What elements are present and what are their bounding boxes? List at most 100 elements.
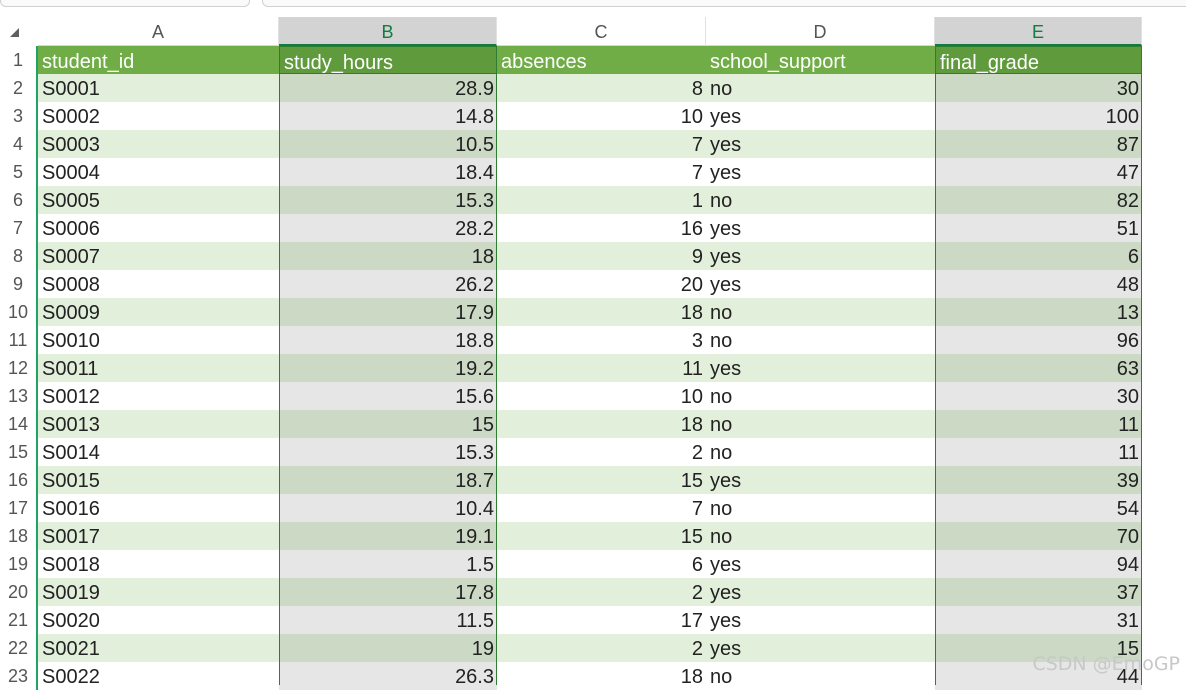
row-header[interactable]: 20 bbox=[0, 578, 38, 606]
cell-a[interactable]: S0005 bbox=[38, 186, 279, 214]
cell-a[interactable]: S0015 bbox=[38, 466, 279, 494]
cell-a[interactable]: S0012 bbox=[38, 382, 279, 410]
cell-d[interactable]: yes bbox=[706, 466, 935, 494]
column-header-c[interactable]: C bbox=[497, 17, 706, 46]
cell-a[interactable]: S0022 bbox=[38, 662, 279, 690]
row-header[interactable]: 14 bbox=[0, 410, 38, 438]
column-header-a[interactable]: A bbox=[38, 17, 279, 46]
cell-b[interactable]: 17.8 bbox=[279, 578, 497, 606]
cell-e[interactable]: 13 bbox=[935, 298, 1142, 326]
header-cell-d[interactable]: school_support bbox=[706, 46, 935, 74]
cell-d[interactable]: yes bbox=[706, 214, 935, 242]
row-header[interactable]: 22 bbox=[0, 634, 38, 662]
row-header[interactable]: 7 bbox=[0, 214, 38, 242]
row-header[interactable]: 8 bbox=[0, 242, 38, 270]
cell-b[interactable]: 10.4 bbox=[279, 494, 497, 522]
cell-d[interactable]: no bbox=[706, 382, 935, 410]
cell-a[interactable]: S0007 bbox=[38, 242, 279, 270]
row-header[interactable]: 9 bbox=[0, 270, 38, 298]
cell-b[interactable]: 10.5 bbox=[279, 130, 497, 158]
row-header[interactable]: 19 bbox=[0, 550, 38, 578]
cell-d[interactable]: no bbox=[706, 522, 935, 550]
cell-c[interactable]: 10 bbox=[497, 382, 706, 410]
cell-a[interactable]: S0021 bbox=[38, 634, 279, 662]
cell-d[interactable]: yes bbox=[706, 354, 935, 382]
cell-e[interactable]: 11 bbox=[935, 410, 1142, 438]
cell-e[interactable]: 51 bbox=[935, 214, 1142, 242]
cell-e[interactable]: 31 bbox=[935, 606, 1142, 634]
column-header-e[interactable]: E bbox=[935, 17, 1142, 46]
row-header[interactable]: 3 bbox=[0, 102, 38, 130]
cell-e[interactable]: 82 bbox=[935, 186, 1142, 214]
cell-d[interactable]: yes bbox=[706, 550, 935, 578]
cell-b[interactable]: 26.3 bbox=[279, 662, 497, 690]
cell-b[interactable]: 15.3 bbox=[279, 438, 497, 466]
cell-c[interactable]: 15 bbox=[497, 466, 706, 494]
row-header[interactable]: 12 bbox=[0, 354, 38, 382]
cell-a[interactable]: S0016 bbox=[38, 494, 279, 522]
cell-c[interactable]: 2 bbox=[497, 438, 706, 466]
cell-d[interactable]: yes bbox=[706, 634, 935, 662]
cell-c[interactable]: 11 bbox=[497, 354, 706, 382]
cell-d[interactable]: no bbox=[706, 494, 935, 522]
cell-b[interactable]: 18.8 bbox=[279, 326, 497, 354]
cell-c[interactable]: 9 bbox=[497, 242, 706, 270]
cell-e[interactable]: 6 bbox=[935, 242, 1142, 270]
cell-e[interactable]: 54 bbox=[935, 494, 1142, 522]
cell-c[interactable]: 20 bbox=[497, 270, 706, 298]
cell-a[interactable]: S0009 bbox=[38, 298, 279, 326]
cell-d[interactable]: no bbox=[706, 438, 935, 466]
cell-a[interactable]: S0019 bbox=[38, 578, 279, 606]
cell-c[interactable]: 16 bbox=[497, 214, 706, 242]
cell-d[interactable]: no bbox=[706, 186, 935, 214]
cell-b[interactable]: 19.1 bbox=[279, 522, 497, 550]
cell-d[interactable]: yes bbox=[706, 130, 935, 158]
row-header[interactable]: 16 bbox=[0, 466, 38, 494]
cell-c[interactable]: 1 bbox=[497, 186, 706, 214]
cell-d[interactable]: yes bbox=[706, 270, 935, 298]
cell-a[interactable]: S0002 bbox=[38, 102, 279, 130]
cell-e[interactable]: 47 bbox=[935, 158, 1142, 186]
cell-b[interactable]: 19.2 bbox=[279, 354, 497, 382]
cell-b[interactable]: 15.6 bbox=[279, 382, 497, 410]
cell-b[interactable]: 11.5 bbox=[279, 606, 497, 634]
cell-e[interactable]: 48 bbox=[935, 270, 1142, 298]
cell-e[interactable]: 87 bbox=[935, 130, 1142, 158]
row-header[interactable]: 23 bbox=[0, 662, 38, 690]
cell-a[interactable]: S0020 bbox=[38, 606, 279, 634]
cell-c[interactable]: 18 bbox=[497, 410, 706, 438]
cell-e[interactable]: 11 bbox=[935, 438, 1142, 466]
cell-a[interactable]: S0001 bbox=[38, 74, 279, 102]
row-header[interactable]: 21 bbox=[0, 606, 38, 634]
cell-d[interactable]: yes bbox=[706, 158, 935, 186]
cell-c[interactable]: 3 bbox=[497, 326, 706, 354]
cell-b[interactable]: 14.8 bbox=[279, 102, 497, 130]
cell-a[interactable]: S0004 bbox=[38, 158, 279, 186]
cell-a[interactable]: S0006 bbox=[38, 214, 279, 242]
header-cell-e[interactable]: final_grade bbox=[935, 46, 1142, 74]
cell-a[interactable]: S0013 bbox=[38, 410, 279, 438]
cell-e[interactable]: 30 bbox=[935, 74, 1142, 102]
row-header[interactable]: 5 bbox=[0, 158, 38, 186]
cell-a[interactable]: S0003 bbox=[38, 130, 279, 158]
cell-b[interactable]: 18.7 bbox=[279, 466, 497, 494]
cell-d[interactable]: no bbox=[706, 326, 935, 354]
cell-c[interactable]: 7 bbox=[497, 158, 706, 186]
cell-b[interactable]: 28.9 bbox=[279, 74, 497, 102]
cell-d[interactable]: yes bbox=[706, 606, 935, 634]
cell-c[interactable]: 2 bbox=[497, 634, 706, 662]
cell-c[interactable]: 18 bbox=[497, 298, 706, 326]
row-header[interactable]: 6 bbox=[0, 186, 38, 214]
cell-b[interactable]: 15 bbox=[279, 410, 497, 438]
cell-e[interactable]: 63 bbox=[935, 354, 1142, 382]
cell-d[interactable]: no bbox=[706, 298, 935, 326]
cell-c[interactable]: 15 bbox=[497, 522, 706, 550]
cell-a[interactable]: S0011 bbox=[38, 354, 279, 382]
cell-c[interactable]: 8 bbox=[497, 74, 706, 102]
cell-d[interactable]: yes bbox=[706, 242, 935, 270]
formula-bar[interactable] bbox=[262, 0, 1186, 7]
cell-b[interactable]: 26.2 bbox=[279, 270, 497, 298]
cell-a[interactable]: S0018 bbox=[38, 550, 279, 578]
cell-a[interactable]: S0008 bbox=[38, 270, 279, 298]
cell-b[interactable]: 28.2 bbox=[279, 214, 497, 242]
